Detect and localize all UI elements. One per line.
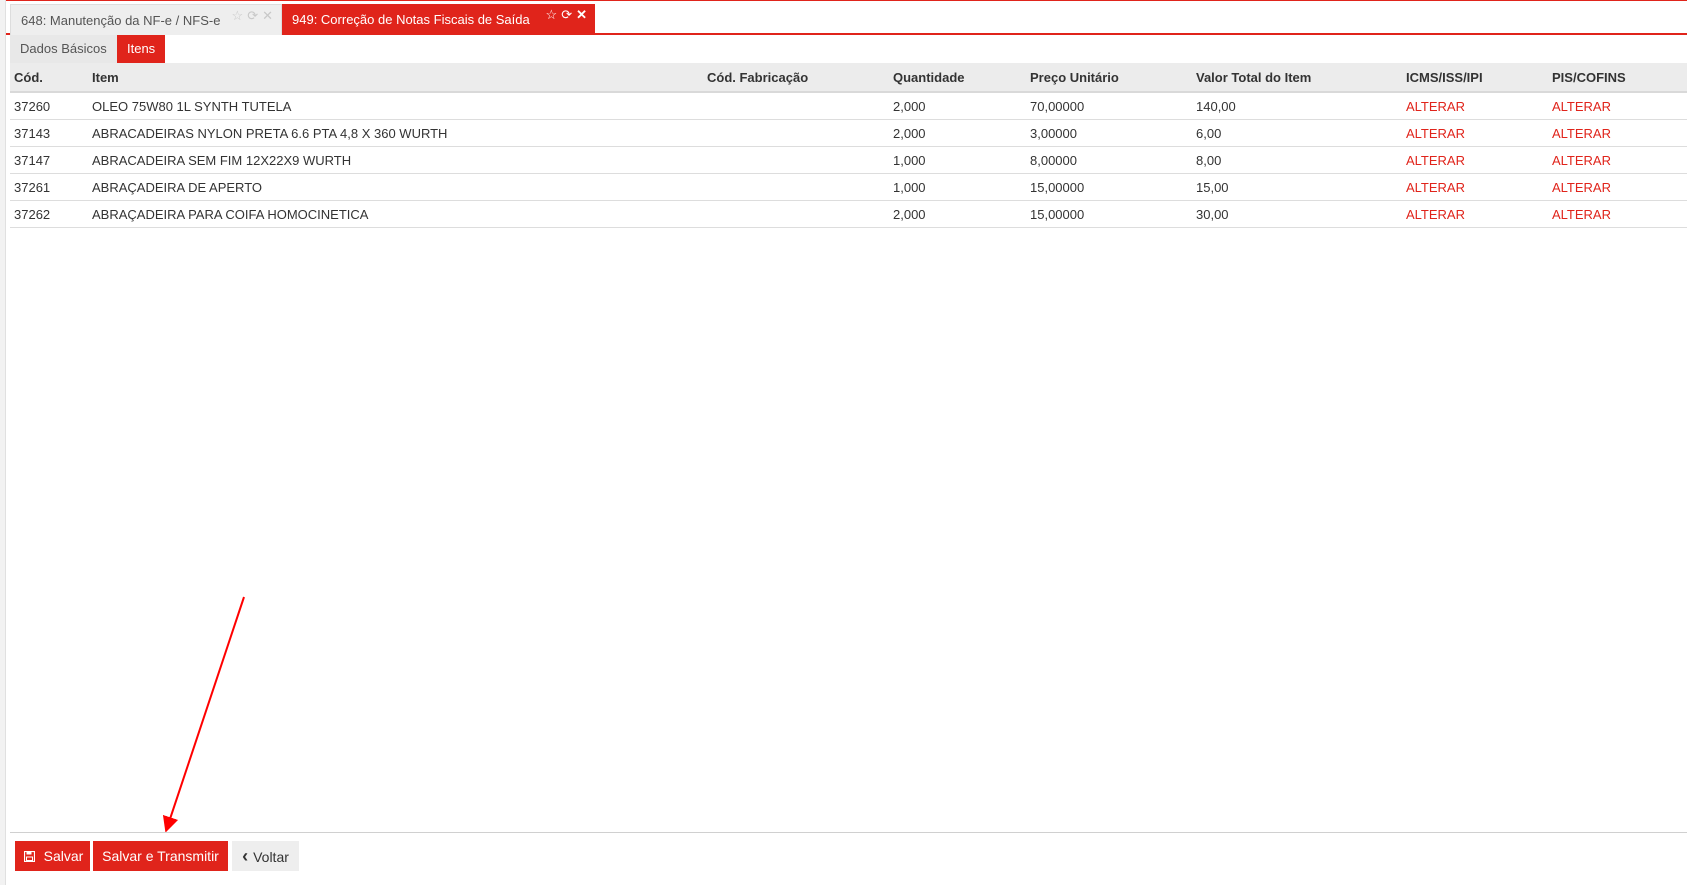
column-header-pis-cofins[interactable]: PIS/COFINS xyxy=(1552,63,1626,91)
annotation-arrow xyxy=(162,596,245,833)
table-row[interactable]: 37147 ABRACADEIRA SEM FIM 12X22X9 WURTH … xyxy=(10,147,1687,174)
cell-valor-total: 6,00 xyxy=(1196,126,1222,141)
alterar-pis-link[interactable]: ALTERAR xyxy=(1552,147,1611,173)
window-tabs-bar: 648: Manutenção da NF-e / NFS-e ☆ ⟳ ✕ 949:… xyxy=(6,0,1687,35)
alterar-icms-link[interactable]: ALTERAR xyxy=(1406,201,1465,227)
save-button[interactable]: Salvar xyxy=(15,841,90,871)
column-header-icms-iss-ipi[interactable]: ICMS/ISS/IPI xyxy=(1406,63,1483,91)
form-footer: Salvar Salvar e Transmitir ‹ Voltar xyxy=(10,832,1687,882)
cell-valor-total: 8,00 xyxy=(1196,153,1222,168)
cell-valor-total: 15,00 xyxy=(1196,180,1229,195)
cell-quantidade: 1,000 xyxy=(893,153,926,168)
column-header-item[interactable]: Item xyxy=(92,63,119,91)
cell-preco-unitario: 70,00000 xyxy=(1030,99,1085,114)
cell-quantidade: 1,000 xyxy=(893,180,926,195)
cell-quantidade: 2,000 xyxy=(893,99,926,114)
table-header: Cód. Item Cód. Fabricação Quantidade Pre… xyxy=(10,63,1687,93)
tab-manutencao-nfe[interactable]: 648: Manutenção da NF-e / NFS-e ☆ ⟳ ✕ xyxy=(10,4,282,35)
cell-quantidade: 2,000 xyxy=(893,207,926,222)
cell-item: ABRACADEIRAS NYLON PRETA 6.6 PTA 4,8 X 3… xyxy=(92,126,448,141)
cell-preco-unitario: 15,00000 xyxy=(1030,180,1085,195)
back-button[interactable]: ‹ Voltar xyxy=(232,841,299,871)
cell-valor-total: 30,00 xyxy=(1196,207,1229,222)
alterar-icms-link[interactable]: ALTERAR xyxy=(1406,93,1465,119)
column-header-cod-fabricacao[interactable]: Cód. Fabricação xyxy=(707,63,808,91)
save-button-label: Salvar xyxy=(43,848,84,864)
alterar-pis-link[interactable]: ALTERAR xyxy=(1552,120,1611,146)
cell-quantidade: 2,000 xyxy=(893,126,926,141)
tab-correcao-notas[interactable]: 949: Correção de Notas Fiscais de Saída … xyxy=(282,4,595,35)
close-icon[interactable]: ✕ xyxy=(262,8,273,23)
close-icon[interactable]: ✕ xyxy=(576,7,587,22)
column-header-valor-total[interactable]: Valor Total do Item xyxy=(1196,63,1311,91)
table-row[interactable]: 37261 ABRAÇADEIRA DE APERTO 1,000 15,000… xyxy=(10,174,1687,201)
refresh-icon[interactable]: ⟳ xyxy=(247,8,258,23)
alterar-icms-link[interactable]: ALTERAR xyxy=(1406,147,1465,173)
tab-itens[interactable]: Itens xyxy=(117,35,165,63)
left-edge-strip xyxy=(0,0,6,885)
cell-preco-unitario: 15,00000 xyxy=(1030,207,1085,222)
table-row[interactable]: 37262 ABRAÇADEIRA PARA COIFA HOMOCINETIC… xyxy=(10,201,1687,228)
cell-valor-total: 140,00 xyxy=(1196,99,1236,114)
save-and-transmit-label: Salvar e Transmitir xyxy=(102,848,219,864)
back-button-label: Voltar xyxy=(253,849,289,865)
refresh-icon[interactable]: ⟳ xyxy=(561,7,572,22)
alterar-pis-link[interactable]: ALTERAR xyxy=(1552,93,1611,119)
star-icon[interactable]: ☆ xyxy=(546,7,558,22)
cell-cod: 37261 xyxy=(14,180,51,195)
column-header-preco-unitario[interactable]: Preço Unitário xyxy=(1030,63,1119,91)
tab-icons: ☆ ⟳ ✕ xyxy=(228,5,273,27)
table-row[interactable]: 37260 OLEO 75W80 1L SYNTH TUTELA 2,000 7… xyxy=(10,93,1687,120)
tab-label: 648: Manutenção da NF-e / NFS-e xyxy=(21,13,221,28)
save-and-transmit-button[interactable]: Salvar e Transmitir xyxy=(93,841,228,871)
app-window: 648: Manutenção da NF-e / NFS-e ☆ ⟳ ✕ 949:… xyxy=(0,0,1687,885)
floppy-disk-icon xyxy=(23,849,39,864)
cell-item: ABRACADEIRA SEM FIM 12X22X9 WURTH xyxy=(92,153,352,168)
cell-cod: 37143 xyxy=(14,126,51,141)
tab-label: 949: Correção de Notas Fiscais de Saída xyxy=(292,12,530,27)
column-header-cod[interactable]: Cód. xyxy=(14,63,43,91)
cell-cod: 37147 xyxy=(14,153,51,168)
cell-cod: 37262 xyxy=(14,207,51,222)
column-header-quantidade[interactable]: Quantidade xyxy=(893,63,965,91)
alterar-icms-link[interactable]: ALTERAR xyxy=(1406,174,1465,200)
cell-item: ABRAÇADEIRA PARA COIFA HOMOCINETICA xyxy=(92,207,369,222)
star-icon[interactable]: ☆ xyxy=(232,8,244,23)
cell-item: ABRAÇADEIRA DE APERTO xyxy=(92,180,263,195)
cell-item: OLEO 75W80 1L SYNTH TUTELA xyxy=(92,99,292,114)
tab-icons: ☆ ⟳ ✕ xyxy=(542,4,587,26)
cell-cod: 37260 xyxy=(14,99,51,114)
table-row[interactable]: 37143 ABRACADEIRAS NYLON PRETA 6.6 PTA 4… xyxy=(10,120,1687,147)
cell-preco-unitario: 8,00000 xyxy=(1030,153,1077,168)
alterar-pis-link[interactable]: ALTERAR xyxy=(1552,201,1611,227)
cell-preco-unitario: 3,00000 xyxy=(1030,126,1077,141)
chevron-left-icon: ‹ xyxy=(242,846,249,866)
tab-dados-basicos[interactable]: Dados Básicos xyxy=(10,35,117,63)
alterar-icms-link[interactable]: ALTERAR xyxy=(1406,120,1465,146)
items-table: Cód. Item Cód. Fabricação Quantidade Pre… xyxy=(10,63,1687,228)
alterar-pis-link[interactable]: ALTERAR xyxy=(1552,174,1611,200)
